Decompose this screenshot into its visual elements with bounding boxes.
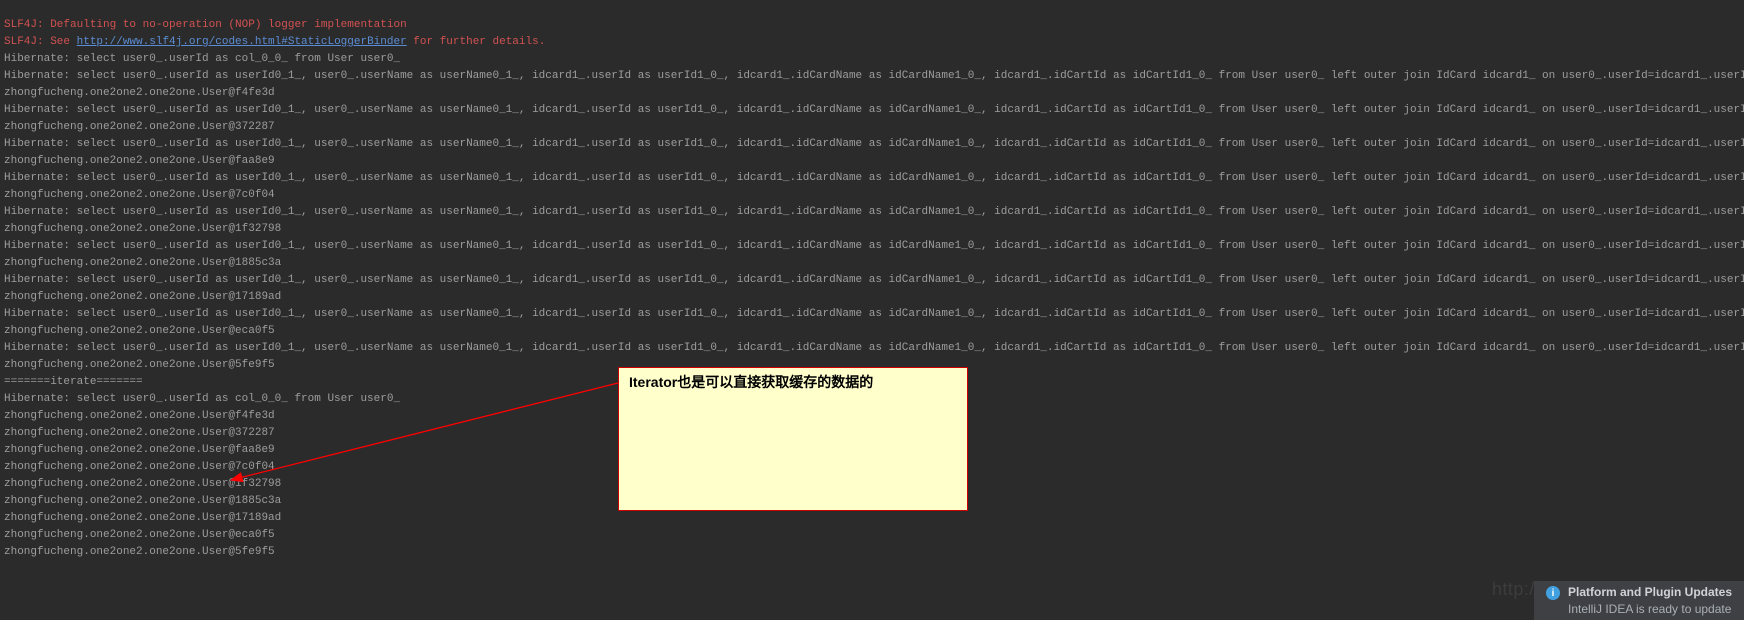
slf4j-link[interactable]: http://www.slf4j.org/codes.html#StaticLo… [77, 36, 407, 48]
hibernate-query-9: Hibernate: select user0_.userId as userI… [4, 342, 1744, 354]
status-subtitle: IntelliJ IDEA is ready to update [1568, 601, 1732, 618]
hibernate-query-8: Hibernate: select user0_.userId as userI… [4, 308, 1744, 320]
cached-user-line: zhongfucheng.one2one2.one2one.User@37228… [4, 427, 275, 439]
cached-user-line: zhongfucheng.one2one2.one2one.User@eca0f… [4, 529, 275, 541]
hibernate-first-query: Hibernate: select user0_.userId as col_0… [4, 53, 400, 65]
hibernate-second-query: Hibernate: select user0_.userId as col_0… [4, 393, 400, 405]
status-title: Platform and Plugin Updates [1568, 584, 1732, 601]
user-obj-line: zhongfucheng.one2one2.one2one.User@1885c… [4, 257, 281, 269]
user-obj-line: zhongfucheng.one2one2.one2one.User@f4fe3… [4, 87, 275, 99]
hibernate-query-5: Hibernate: select user0_.userId as userI… [4, 206, 1744, 218]
hibernate-query-4: Hibernate: select user0_.userId as userI… [4, 172, 1744, 184]
user-obj-line: zhongfucheng.one2one2.one2one.User@17189… [4, 291, 281, 303]
cached-user-line: zhongfucheng.one2one2.one2one.User@17189… [4, 512, 281, 524]
annotation-text: Iterator也是可以直接获取缓存的数据的 [629, 374, 873, 390]
info-icon: i [1546, 586, 1560, 600]
cached-user-line: zhongfucheng.one2one2.one2one.User@1f327… [4, 478, 281, 490]
hibernate-query-1: Hibernate: select user0_.userId as userI… [4, 70, 1744, 82]
user-obj-line: zhongfucheng.one2one2.one2one.User@5fe9f… [4, 359, 275, 371]
annotation-box: Iterator也是可以直接获取缓存的数据的 [618, 367, 968, 511]
user-obj-line: zhongfucheng.one2one2.one2one.User@7c0f0… [4, 189, 275, 201]
cached-user-line: zhongfucheng.one2one2.one2one.User@1885c… [4, 495, 281, 507]
cached-user-line: zhongfucheng.one2one2.one2one.User@f4fe3… [4, 410, 275, 422]
iterate-divider: =======iterate======= [4, 376, 143, 388]
hibernate-query-7: Hibernate: select user0_.userId as userI… [4, 274, 1744, 286]
cached-user-line: zhongfucheng.one2one2.one2one.User@faa8e… [4, 444, 275, 456]
user-obj-line: zhongfucheng.one2one2.one2one.User@1f327… [4, 223, 281, 235]
slf4j-line-2-prefix: SLF4J: See [4, 36, 77, 48]
hibernate-query-3: Hibernate: select user0_.userId as userI… [4, 138, 1744, 150]
cached-user-line: zhongfucheng.one2one2.one2one.User@7c0f0… [4, 461, 275, 473]
user-obj-line: zhongfucheng.one2one2.one2one.User@eca0f… [4, 325, 275, 337]
hibernate-query-6: Hibernate: select user0_.userId as userI… [4, 240, 1744, 252]
user-obj-line: zhongfucheng.one2one2.one2one.User@faa8e… [4, 155, 275, 167]
cached-user-line: zhongfucheng.one2one2.one2one.User@5fe9f… [4, 546, 275, 558]
user-obj-line: zhongfucheng.one2one2.one2one.User@37228… [4, 121, 275, 133]
status-notification[interactable]: i Platform and Plugin Updates IntelliJ I… [1534, 581, 1744, 620]
hibernate-query-2: Hibernate: select user0_.userId as userI… [4, 104, 1744, 116]
slf4j-line-1: SLF4J: Defaulting to no-operation (NOP) … [4, 19, 407, 31]
slf4j-line-2-suffix: for further details. [407, 36, 546, 48]
